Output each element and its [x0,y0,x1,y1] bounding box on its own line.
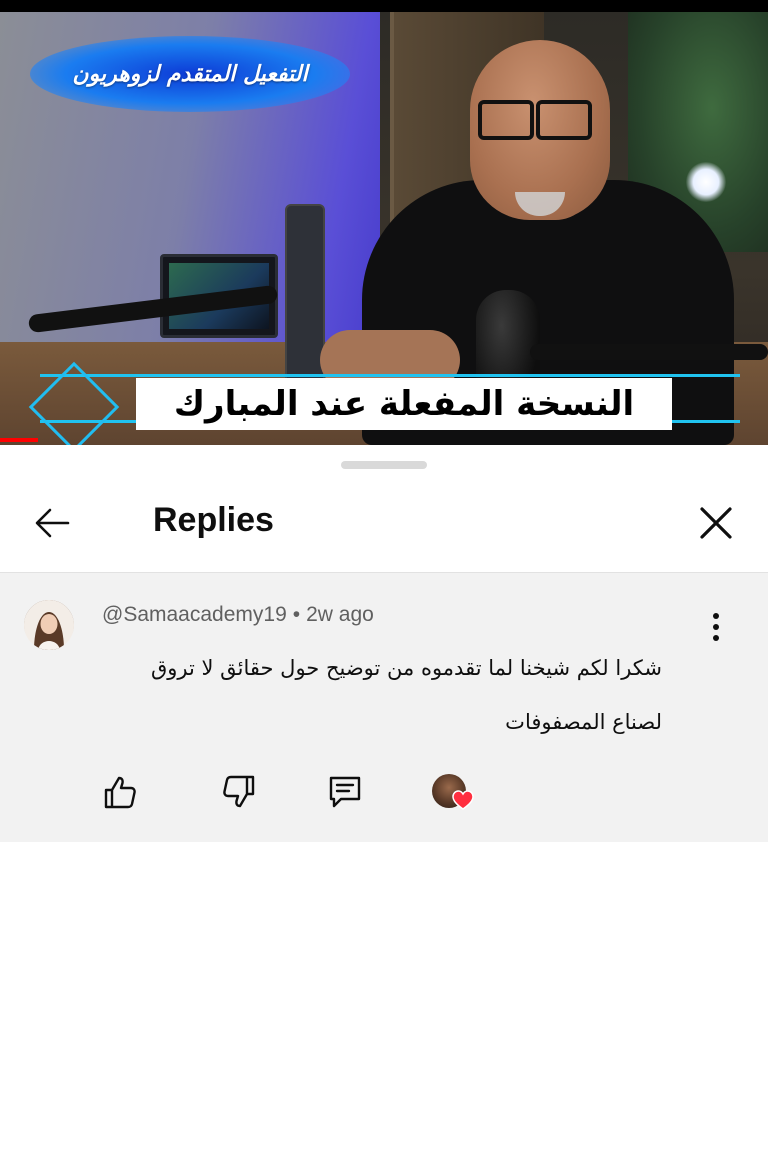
dislike-button[interactable] [215,768,263,816]
like-button[interactable] [96,768,144,816]
close-button[interactable] [690,497,742,549]
arrow-left-icon [35,508,70,538]
video-thumbnail: التفعيل المتقدم لزوهريون النسخة المفعلة … [0,12,768,445]
comment-text: شكرا لكم شيخنا لما تقدموه من توضيح حول ح… [150,656,662,734]
comment-time: 2w ago [306,603,374,626]
reply-icon [329,776,361,808]
thumbs-down-icon [223,775,255,808]
avatar[interactable] [24,600,74,650]
video-caption: النسخة المفعلة عند المبارك [136,378,672,430]
close-icon [700,507,732,539]
caption-text: النسخة المفعلة عند المبارك [173,384,635,424]
meta-separator: • [292,603,301,626]
video-player[interactable]: التفعيل المتقدم لزوهريون النسخة المفعلة … [0,0,768,445]
reply-button[interactable] [321,768,369,816]
sheet-title: Replies [153,501,274,539]
creator-heart-badge [432,774,474,816]
heart-icon [452,790,474,810]
replies-sheet: Replies @Samaacademy19 • 2w ago شكرا لكم ش… [0,445,768,1155]
video-overlay-title: التفعيل المتقدم لزوهريون [30,36,350,112]
more-vertical-icon [713,613,719,619]
video-progress-bar[interactable] [0,438,38,442]
thumbs-up-icon [104,776,136,809]
more-options-button[interactable] [698,607,734,647]
comment-author[interactable]: @Samaacademy19 [102,603,287,626]
drag-handle[interactable] [341,461,427,469]
overlay-title-text: التفعيل المتقدم لزوهريون [72,61,308,87]
comment-actions [0,768,768,818]
status-strip [0,0,768,12]
comment-meta: @Samaacademy19 • 2w ago [102,603,374,627]
back-button[interactable] [26,497,78,549]
sheet-header: Replies [0,477,768,573]
avatar-portrait-icon [24,600,74,650]
highlighted-comment: @Samaacademy19 • 2w ago شكرا لكم شيخنا لما… [0,573,768,842]
